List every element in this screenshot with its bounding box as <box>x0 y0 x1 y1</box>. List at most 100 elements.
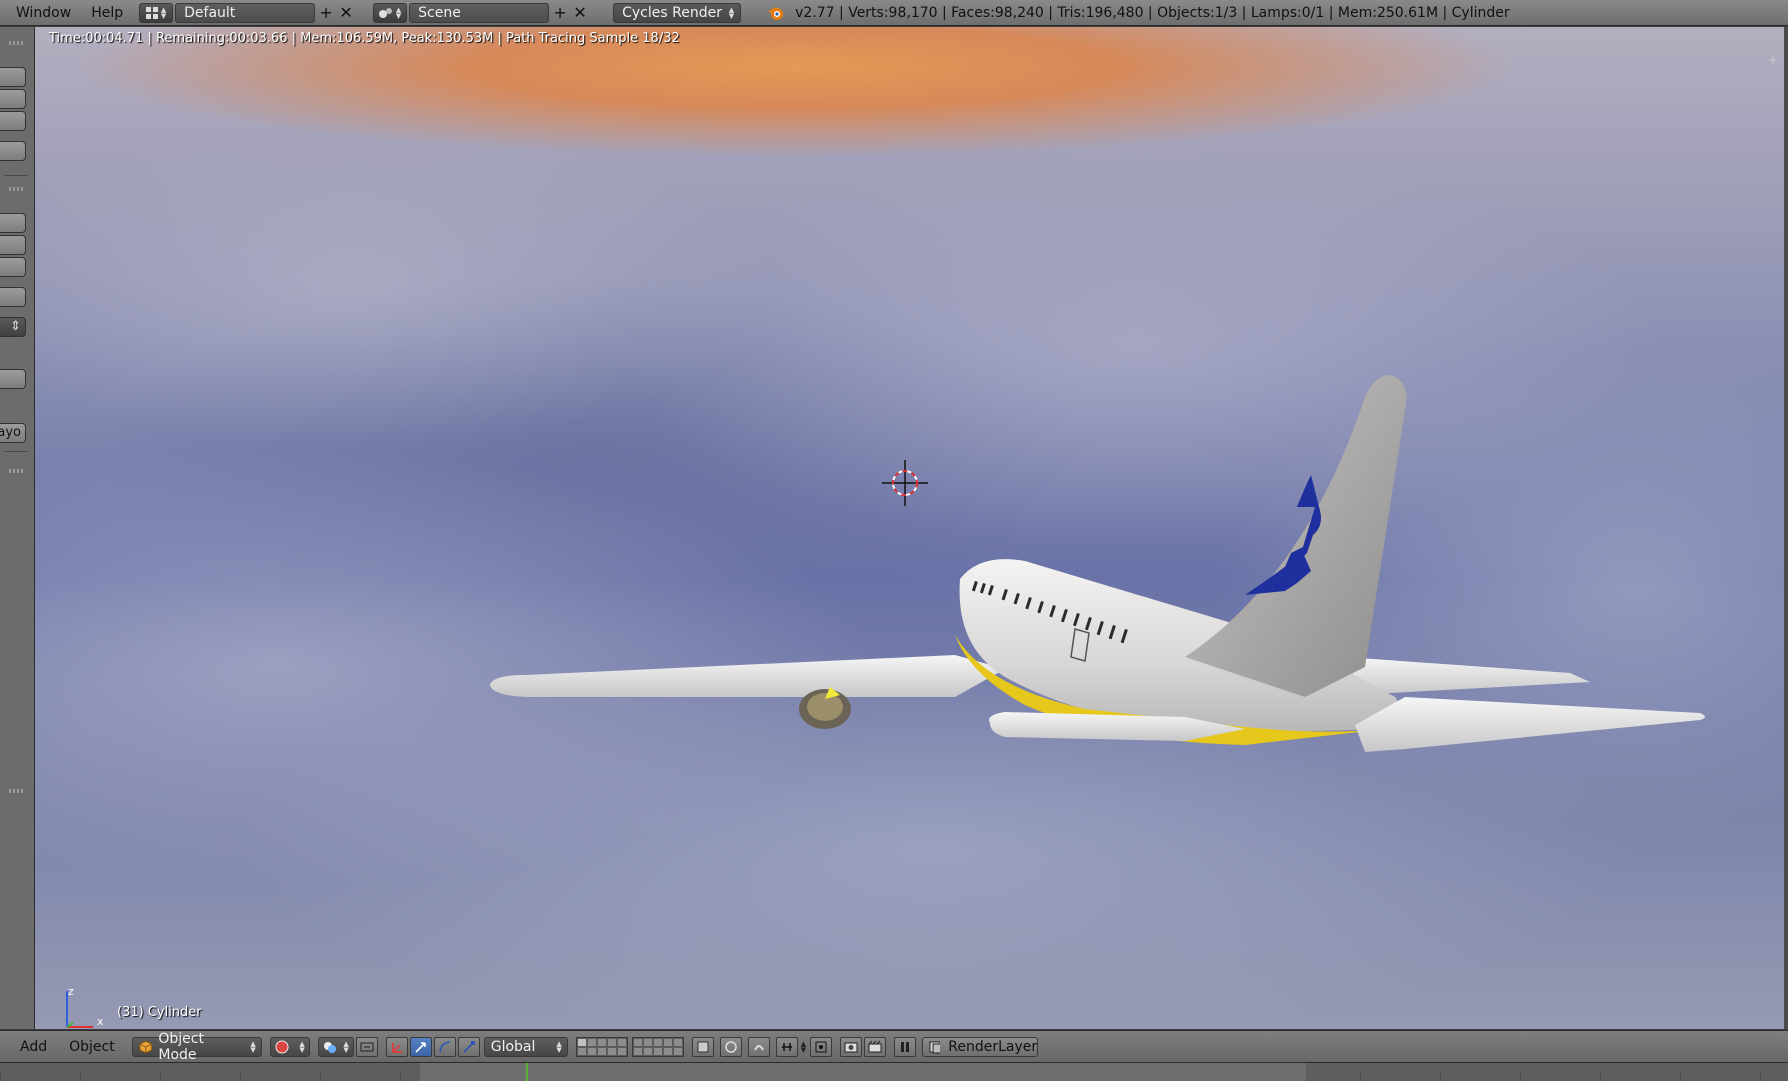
menu-add[interactable]: Add <box>0 1039 58 1055</box>
region-expand-icon[interactable]: + <box>1768 54 1780 67</box>
viewport-shading-select[interactable]: ▲ ▼ <box>269 1036 310 1057</box>
tool-dropdown[interactable]: ⇕ <box>0 317 26 337</box>
menu-help[interactable]: Help <box>81 0 133 26</box>
timeline-strip[interactable] <box>0 1062 1788 1081</box>
viewport-shading-icon <box>275 1040 289 1053</box>
object-mode-cube-icon <box>139 1040 152 1053</box>
scene-name: Scene <box>418 4 461 21</box>
screen-layout-field[interactable]: Default <box>175 2 316 23</box>
pivot-icon <box>323 1041 336 1053</box>
screen-layout-switch[interactable]: ▲ ▼ <box>139 2 174 23</box>
snap-increment-icon <box>781 1042 792 1051</box>
render-layer-icon <box>929 1041 941 1053</box>
lock-camera-toggle[interactable] <box>691 1036 714 1057</box>
panel-grip[interactable] <box>9 187 23 191</box>
separator <box>4 451 28 452</box>
snap-icon <box>753 1044 764 1050</box>
menu-object[interactable]: Object <box>58 1039 126 1055</box>
tool-button[interactable] <box>0 111 26 131</box>
interaction-mode-label: Object Mode <box>158 1030 204 1063</box>
scene-icon <box>378 7 392 18</box>
updown-arrows-icon[interactable]: ▲ ▼ <box>801 1040 806 1053</box>
tool-button[interactable] <box>0 257 26 277</box>
snap-toggle[interactable] <box>747 1036 770 1057</box>
panel-grip[interactable] <box>9 41 23 45</box>
updown-arrows-icon: ▲ ▼ <box>395 5 402 20</box>
panel-grip[interactable] <box>9 789 23 793</box>
render-layer-field[interactable]: RenderLayer <box>922 1036 1039 1057</box>
updown-arrows-icon: ▲ ▼ <box>728 5 735 20</box>
updown-arrows-icon: ▲ ▼ <box>556 1039 562 1054</box>
current-frame-marker[interactable] <box>526 1063 528 1081</box>
layer-group-1[interactable] <box>575 1036 628 1057</box>
blender-logo-icon <box>768 6 784 20</box>
airplane-render <box>490 375 1705 752</box>
updown-arrows-icon: ▲ ▼ <box>343 1039 349 1054</box>
scene-switch[interactable]: ▲ ▼ <box>373 2 408 23</box>
info-header: Window Help ▲ ▼ Default + ✕ ▲ ▼ Scene + ✕ … <box>0 0 1788 26</box>
updown-arrows-icon: ▲ ▼ <box>299 1039 305 1054</box>
tool-button[interactable] <box>0 141 26 161</box>
panel-grip[interactable] <box>9 469 23 473</box>
transform-manipulator-icon <box>391 1042 402 1053</box>
translate-button[interactable] <box>409 1036 432 1057</box>
3d-view-header: Add Object Object Mode ▲ ▼ ▲ ▼ ▲ ▼ Global ▲… <box>0 1030 1788 1063</box>
pause-render-button[interactable] <box>894 1036 917 1057</box>
snap-element-select[interactable] <box>775 1036 798 1057</box>
3d-viewport[interactable]: Time:00:04.71 | Remaining:00:03.66 | Mem… <box>35 27 1788 1029</box>
active-object-label: (31) Cylinder <box>117 1005 202 1020</box>
camera-icon <box>868 1040 882 1052</box>
transform-orientation-label: Global <box>490 1038 536 1055</box>
add-icon[interactable]: + <box>317 4 335 22</box>
snap-target-icon <box>815 1041 827 1052</box>
tool-button[interactable] <box>0 213 26 233</box>
translate-icon <box>415 1041 426 1053</box>
close-icon[interactable]: ✕ <box>337 4 355 22</box>
manipulator-icon <box>360 1042 374 1051</box>
properties-region-edge[interactable] <box>1784 27 1788 1029</box>
layer-lock-icon <box>697 1041 709 1052</box>
scene-statistics: v2.77 | Verts:98,170 | Faces:98,240 | Tr… <box>795 4 1510 21</box>
tool-button[interactable] <box>0 369 26 389</box>
render-progress-info: Time:00:04.71 | Remaining:00:03.66 | Mem… <box>49 31 680 46</box>
render-engine-label: Cycles Render <box>622 4 722 21</box>
opengl-render-button[interactable] <box>840 1036 863 1057</box>
render-engine-select[interactable]: Cycles Render ▲ ▼ <box>613 2 742 23</box>
updown-arrows-icon: ▲ ▼ <box>250 1039 256 1054</box>
tool-button[interactable] <box>0 287 26 307</box>
render-layer-label: RenderLayer <box>948 1038 1038 1055</box>
opengl-animation-button[interactable] <box>864 1036 887 1057</box>
tool-shelf: ⇕ ayo <box>0 27 35 1029</box>
menu-window[interactable]: Window <box>0 0 81 26</box>
tool-button-label: ayo <box>0 425 21 440</box>
proportional-edit-toggle[interactable] <box>719 1036 742 1057</box>
tool-button[interactable] <box>0 235 26 255</box>
proportional-edit-icon <box>724 1040 737 1053</box>
scale-button[interactable] <box>457 1036 480 1057</box>
scale-icon <box>463 1040 475 1053</box>
layer-group-2[interactable] <box>631 1036 684 1057</box>
screen-layout-name: Default <box>184 4 236 21</box>
layers-icon[interactable] <box>575 1036 684 1057</box>
editor-type-icon <box>145 6 158 19</box>
interaction-mode-select[interactable]: Object Mode ▲ ▼ <box>131 1031 262 1063</box>
updown-arrows-icon: ▲ ▼ <box>160 5 167 20</box>
axis-z-label: z <box>68 985 74 998</box>
separator <box>4 175 28 176</box>
scene-field[interactable]: Scene <box>409 2 550 23</box>
tool-button-truncated[interactable]: ayo <box>0 423 26 443</box>
transform-orientation-select[interactable]: Global ▲ ▼ <box>483 1036 568 1057</box>
manipulator-toggle[interactable] <box>355 1036 378 1057</box>
tool-button[interactable] <box>0 89 26 109</box>
frame-range <box>420 1063 1306 1081</box>
transform-manipulator-toggle[interactable] <box>385 1036 408 1057</box>
tool-button[interactable] <box>0 67 26 87</box>
add-icon[interactable]: + <box>551 4 569 22</box>
3d-cursor-icon[interactable] <box>880 458 930 508</box>
pivot-point-select[interactable]: ▲ ▼ <box>317 1036 354 1057</box>
snap-target-button[interactable] <box>810 1036 833 1057</box>
pause-icon <box>901 1041 910 1052</box>
axis-x-label: x <box>97 1015 104 1028</box>
rotate-button[interactable] <box>433 1036 456 1057</box>
close-icon[interactable]: ✕ <box>571 4 589 22</box>
